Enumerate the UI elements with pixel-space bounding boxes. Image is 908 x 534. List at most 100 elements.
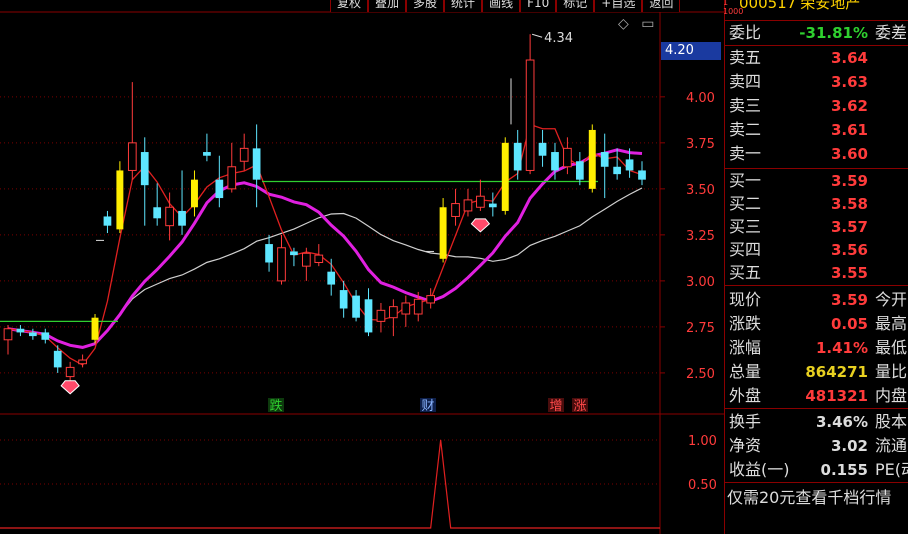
stat-row-3: 总量 864271 量比	[727, 361, 908, 383]
candle-body	[463, 199, 473, 212]
current-price-box: 4.20	[661, 42, 721, 60]
toolbar-button-4[interactable]: 画线	[482, 0, 521, 12]
price-tick-label: 3.00	[686, 275, 715, 290]
ma-white-line	[7, 187, 643, 349]
candle-body	[3, 328, 13, 341]
upgrade-note[interactable]: 仅需20元查看千档行情	[727, 484, 891, 508]
ask-row-3-label: 卖二	[729, 120, 762, 139]
stat-row-3-label: 总量	[729, 362, 762, 381]
ask-row-2: 卖三 3.62	[727, 95, 908, 117]
bid-row-4-value: 3.55	[830, 264, 868, 282]
toolbar-button-8[interactable]: 返回	[642, 0, 681, 12]
candle-body	[277, 247, 286, 282]
ask-row-0-value: 3.64	[830, 49, 868, 67]
candle-body	[16, 328, 25, 333]
bid-row-1: 买二 3.58	[727, 193, 908, 215]
gem-icon	[470, 218, 491, 233]
stat-row-4-label: 外盘	[729, 386, 762, 405]
stat-row-1-value: 0.05	[830, 315, 868, 333]
toolbar-button-1[interactable]: 叠加	[368, 0, 407, 12]
toolbar-button-7[interactable]: +自选	[594, 0, 643, 12]
indicator-tick-label: 1.00	[688, 434, 717, 449]
fin-row-2: 收益(一) 0.155 PE(动	[727, 459, 908, 481]
fin-row-2-label: 收益(一)	[729, 460, 790, 479]
kline-chart[interactable]: 4.00 3.75 3.50 3.25 3.00 2.75 2.50 1.00 0.50 4.34…	[0, 0, 724, 534]
toolbar-button-3[interactable]: 统计	[444, 0, 483, 12]
fin-row-0: 换手 3.46% 股本	[727, 411, 908, 433]
ask-row-0: 卖五 3.64	[727, 47, 908, 69]
candle-body	[538, 142, 547, 156]
stat-row-4-value: 481321	[805, 387, 868, 405]
stat-row-2: 涨幅 1.41% 最低	[727, 337, 908, 359]
stat-row-0-value: 3.59	[830, 291, 868, 309]
candle-body	[53, 350, 62, 368]
stat-row-4-right-label: 内盘	[875, 386, 908, 405]
window-icon[interactable]: ▭	[641, 16, 654, 32]
candle-body	[501, 142, 509, 211]
stat-row-2-value: 1.41%	[815, 339, 868, 357]
weicha-label: 委差	[875, 23, 908, 42]
stock-name: 荣安地产	[800, 0, 861, 12]
candle-body	[178, 210, 186, 226]
price-tick-label: 2.75	[686, 321, 715, 336]
bid-row-3-label: 买四	[729, 240, 762, 259]
ask-row-1: 卖四 3.63	[727, 71, 908, 93]
high-marker-label: 4.34	[544, 31, 573, 46]
price-tick-label: 3.25	[686, 229, 715, 244]
stat-row-1: 涨跌 0.05 最高	[727, 313, 908, 335]
fin-row-1: 净资 3.02 流通	[727, 435, 908, 457]
toolbar-button-2[interactable]: 多股	[406, 0, 445, 12]
candle-body	[290, 251, 298, 256]
bid-row-1-value: 3.58	[830, 195, 868, 213]
signal-label-1: 财	[421, 399, 434, 414]
ask-row-3: 卖二 3.61	[727, 119, 908, 141]
candle-body	[215, 179, 224, 199]
candle-body	[91, 317, 99, 340]
fin-row-2-right-label: PE(动	[875, 460, 908, 479]
ask-row-4-label: 卖一	[729, 144, 762, 163]
toolbar-button-5[interactable]: F10	[520, 0, 557, 12]
candle-body	[165, 206, 174, 227]
candle-body	[140, 152, 149, 186]
indicator-line	[0, 439, 660, 529]
signal-label-3: 涨	[573, 399, 586, 414]
webi-value: -31.81%	[799, 24, 868, 42]
ask-row-1-value: 3.63	[830, 73, 868, 91]
candle-body	[551, 152, 559, 171]
bid-row-0-value: 3.59	[830, 172, 868, 190]
candle-body	[203, 152, 211, 156]
candle-body	[191, 179, 198, 208]
price-tick-label: 3.75	[686, 137, 715, 152]
high-marker-arrow	[531, 33, 543, 38]
bid-row-4: 买五 3.55	[727, 262, 908, 284]
ask-row-4-value: 3.60	[830, 145, 868, 163]
candle-body	[127, 142, 137, 171]
toolbar-button-6[interactable]: 标记	[556, 0, 595, 12]
fin-row-2-value: 0.155	[820, 461, 868, 479]
candle-body	[488, 203, 497, 208]
candle-body	[588, 129, 596, 189]
candle-body	[613, 166, 621, 175]
toolbar-button-0[interactable]: 复权	[330, 0, 369, 12]
diamond-icon[interactable]: ◇	[618, 16, 629, 32]
stat-row-3-value: 864271	[805, 363, 868, 381]
candle-body	[327, 271, 336, 285]
stat-row-0-right-label: 今开	[875, 290, 908, 309]
candle-body	[575, 161, 584, 180]
price-tick-label: 4.00	[686, 91, 715, 106]
bid-row-2-label: 买三	[729, 217, 762, 236]
candle-body	[426, 295, 436, 304]
candle-body	[439, 207, 447, 259]
candle-body	[625, 159, 634, 171]
candle-body	[352, 295, 360, 318]
candle-body	[29, 332, 37, 337]
stat-row-2-label: 涨幅	[729, 338, 762, 357]
stock-header: 000517 荣安地产	[739, 0, 860, 13]
candle-body	[563, 147, 572, 168]
stat-row-0: 现价 3.59 今开	[727, 289, 908, 311]
bid-row-3-value: 3.56	[830, 241, 868, 259]
candle-body	[301, 252, 311, 267]
ma-red-line	[7, 123, 643, 366]
bid-row-4-label: 买五	[729, 263, 762, 282]
candle-body	[153, 207, 162, 219]
